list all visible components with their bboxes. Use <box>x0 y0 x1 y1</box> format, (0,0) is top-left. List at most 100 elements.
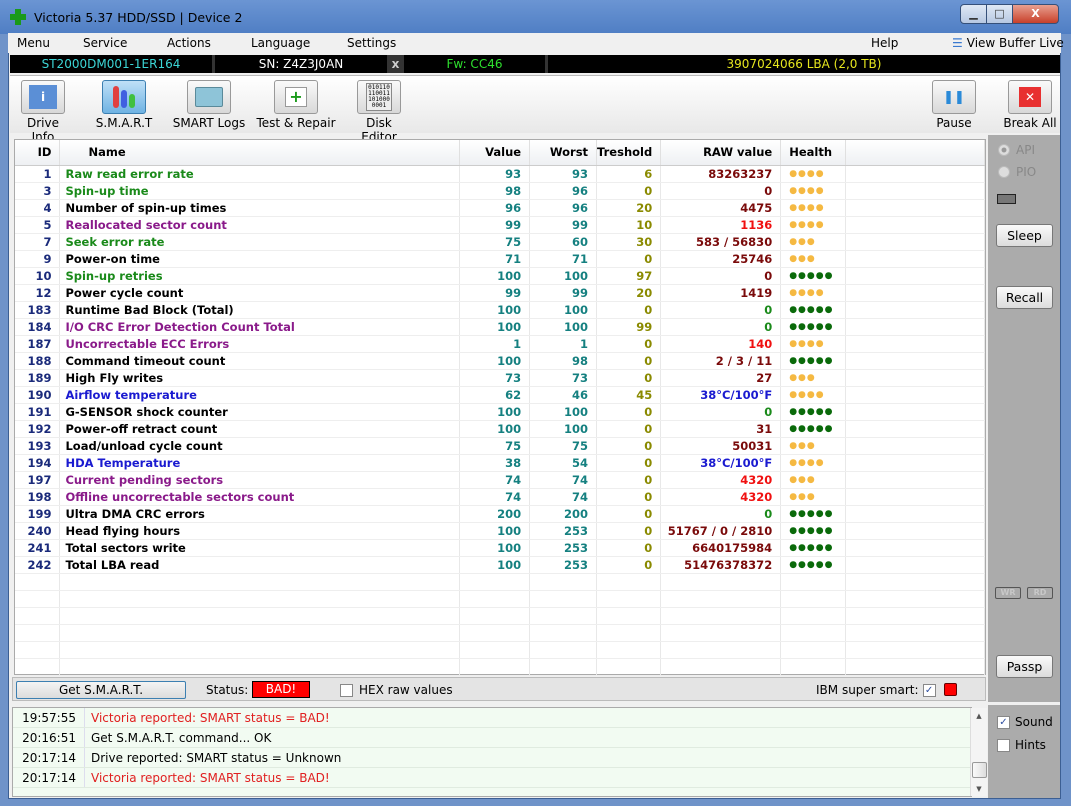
minimize-button[interactable]: ▁ <box>960 4 987 24</box>
first-aid-icon: + <box>285 87 307 107</box>
scroll-down-icon[interactable]: ▼ <box>971 785 987 793</box>
smart-logs-button[interactable]: SMART Logs <box>172 80 246 130</box>
health-dots-icon: ●●●● <box>789 185 825 196</box>
table-row[interactable]: 194 HDA Temperature 38 54 0 38°C/100°F ●●●● <box>15 454 985 472</box>
api-radio[interactable]: API <box>998 143 1035 157</box>
table-row[interactable]: 241 Total sectors write 100 253 0 6640175984 ●… <box>15 539 985 557</box>
menu-service[interactable]: Service <box>83 36 127 50</box>
get-smart-button[interactable]: Get S.M.A.R.T. <box>16 681 186 699</box>
smart-button[interactable]: S.M.A.R.T <box>94 80 154 130</box>
log-scrollbar[interactable]: ▲ ▼ <box>970 708 987 796</box>
cell-health: ●●●●● <box>780 556 847 574</box>
hints-checkbox[interactable]: Hints <box>997 738 1046 752</box>
col-value[interactable]: Value <box>459 140 531 166</box>
cell-id: 193 <box>15 437 61 455</box>
table-row[interactable]: 189 High Fly writes 73 73 0 27 ●●● <box>15 369 985 387</box>
table-row[interactable]: 4 Number of spin-up times 96 96 20 4475 ●●●● <box>15 199 985 217</box>
cell-raw: 6640175984 <box>660 539 782 557</box>
cell-empty <box>845 488 985 506</box>
table-row[interactable]: 240 Head flying hours 100 253 0 51767 / 0 / 2… <box>15 522 985 540</box>
cell-empty <box>15 607 61 625</box>
cell-id: 184 <box>15 318 61 336</box>
health-dots-icon: ●●●● <box>789 168 825 179</box>
table-row[interactable]: 242 Total LBA read 100 253 0 51476378372 ●●●●● <box>15 556 985 574</box>
recall-button[interactable]: Recall <box>996 286 1053 309</box>
cell-raw: 0 <box>660 267 782 285</box>
col-threshold[interactable]: Treshold <box>596 140 662 166</box>
cell-empty <box>845 369 985 387</box>
table-row[interactable]: 191 G-SENSOR shock counter 100 100 0 0 ●●●●● <box>15 403 985 421</box>
table-row[interactable]: 5 Reallocated sector count 99 99 10 1136 ●●●● <box>15 216 985 234</box>
cell-threshold: 0 <box>596 369 662 387</box>
table-row[interactable]: 190 Airflow temperature 62 46 45 38°C/100°F ●●… <box>15 386 985 404</box>
hex-raw-checkbox[interactable]: HEX raw values <box>340 683 453 697</box>
cell-worst: 96 <box>529 199 598 217</box>
table-row[interactable]: 7 Seek error rate 75 60 30 583 / 56830 ●●● <box>15 233 985 251</box>
table-row[interactable]: 10 Spin-up retries 100 100 97 0 ●●●●● <box>15 267 985 285</box>
sleep-button[interactable]: Sleep <box>996 224 1053 247</box>
table-row[interactable]: 12 Power cycle count 99 99 20 1419 ●●●● <box>15 284 985 302</box>
passp-button[interactable]: Passp <box>996 655 1053 678</box>
table-row[interactable]: 1 Raw read error rate 93 93 6 83263237 ●●●● <box>15 165 985 183</box>
col-worst[interactable]: Worst <box>529 140 598 166</box>
cell-health: ●●●● <box>780 284 847 302</box>
cell-empty <box>529 590 598 608</box>
cell-raw: 0 <box>660 505 782 523</box>
cell-raw: 2 / 3 / 11 <box>660 352 782 370</box>
break-all-button[interactable]: ✕ Break All <box>1002 80 1058 130</box>
close-drive-button[interactable]: x <box>390 55 404 73</box>
table-row[interactable]: 183 Runtime Bad Block (Total) 100 100 0 0 ●●●●… <box>15 301 985 319</box>
drive-info-bar: ST2000DM001-1ER164 SN: Z4Z3J0AN x Fw: CC… <box>10 55 1060 73</box>
menu-help[interactable]: Help <box>871 36 898 50</box>
menu-settings[interactable]: Settings <box>347 36 396 50</box>
cell-id: 198 <box>15 488 61 506</box>
col-raw[interactable]: RAW value <box>660 140 782 166</box>
menu-menu[interactable]: Menu <box>17 36 50 50</box>
cell-worst: 71 <box>529 250 598 268</box>
empty-row <box>15 590 985 608</box>
drive-firmware: Fw: CC46 <box>404 55 548 73</box>
checkbox-icon <box>997 738 1010 752</box>
col-health[interactable]: Health <box>780 140 847 166</box>
table-row[interactable]: 9 Power-on time 71 71 0 25746 ●●● <box>15 250 985 268</box>
cell-threshold: 45 <box>596 386 662 404</box>
table-row[interactable]: 184 I/O CRC Error Detection Count Total 10… <box>15 318 985 336</box>
menu-actions[interactable]: Actions <box>167 36 211 50</box>
view-buffer-live-button[interactable]: ☰ View Buffer Live <box>952 36 1064 50</box>
cell-empty <box>845 641 985 659</box>
health-dots-icon: ●●●● <box>789 202 825 213</box>
table-row[interactable]: 198 Offline uncorrectable sectors count 74… <box>15 488 985 506</box>
cell-empty <box>845 199 985 217</box>
cell-value: 100 <box>459 420 531 438</box>
table-row[interactable]: 187 Uncorrectable ECC Errors 1 1 0 140 ●●●● <box>15 335 985 353</box>
cell-empty <box>59 641 461 659</box>
disk-editor-button[interactable]: 010110 110011 101000 0001 Disk Editor <box>348 80 410 144</box>
table-row[interactable]: 193 Load/unload cycle count 75 75 0 50031 ●●● <box>15 437 985 455</box>
cell-id: 197 <box>15 471 61 489</box>
test-repair-button[interactable]: + Test & Repair <box>256 80 336 130</box>
table-row[interactable]: 199 Ultra DMA CRC errors 200 200 0 0 ●●●●● <box>15 505 985 523</box>
pause-button[interactable]: ❚❚ Pause <box>930 80 978 130</box>
drive-info-button[interactable]: i Drive Info <box>15 80 71 144</box>
menu-language[interactable]: Language <box>251 36 310 50</box>
table-row[interactable]: 188 Command timeout count 100 98 0 2 / 3 / 11… <box>15 352 985 370</box>
cell-empty <box>845 556 985 574</box>
ibm-super-smart-checkbox[interactable]: IBM super smart: ✓ <box>816 683 936 697</box>
pio-radio[interactable]: PIO <box>998 165 1036 179</box>
table-row[interactable]: 197 Current pending sectors 74 74 0 4320 ●●● <box>15 471 985 489</box>
cell-empty <box>845 437 985 455</box>
cell-id: 240 <box>15 522 61 540</box>
col-name[interactable]: Name <box>59 140 461 166</box>
col-id[interactable]: ID <box>15 140 61 166</box>
table-row[interactable]: 192 Power-off retract count 100 100 0 31 ●●●●● <box>15 420 985 438</box>
maximize-button[interactable]: □ <box>986 4 1013 24</box>
close-button[interactable]: X <box>1012 4 1059 24</box>
scroll-thumb[interactable] <box>972 762 987 778</box>
status-badge: BAD! <box>252 681 310 698</box>
cell-empty <box>459 624 531 642</box>
sound-checkbox[interactable]: ✓ Sound <box>997 715 1053 729</box>
table-row[interactable]: 3 Spin-up time 98 96 0 0 ●●●● <box>15 182 985 200</box>
cell-empty <box>596 590 662 608</box>
scroll-up-icon[interactable]: ▲ <box>971 712 987 720</box>
health-dots-icon: ●●●●● <box>789 304 834 315</box>
